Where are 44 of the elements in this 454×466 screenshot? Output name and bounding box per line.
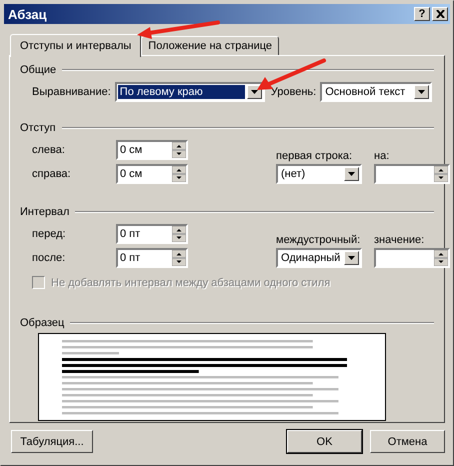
help-button[interactable]: ? [414,7,430,21]
spin-arrows-icon [434,250,448,266]
dialog-button[interactable]: Отмена [370,430,445,453]
dialog-button[interactable]: OK [287,430,362,453]
spin-arrows-icon [434,166,448,182]
dropdown[interactable]: (нет) [276,164,362,184]
dropdown-arrow-icon [250,90,258,94]
field-label: значение: [374,234,426,246]
field-label: после: [32,252,66,264]
tab[interactable]: Отступы и интервалы [10,34,142,57]
window-title: Абзац [8,6,47,22]
field-label: справа: [32,168,72,180]
spin-arrows-icon [172,142,186,158]
field-label: перед: [32,228,67,240]
field-label: первая строка: [276,150,354,162]
spin-field[interactable] [374,248,450,268]
close-icon [436,10,444,18]
alignment-dropdown[interactable]: По левому краю [114,82,265,102]
dialog-button[interactable]: Табуляция... [11,430,93,453]
tab[interactable]: Положение на странице [141,36,280,55]
spin-arrows-icon [172,250,186,266]
group-title: Общие [20,64,56,76]
spin-field[interactable]: 0 пт [116,248,188,268]
spin-field[interactable]: 0 см [116,164,188,184]
spin-arrows-icon [172,166,186,182]
dropdown[interactable]: Одинарный [276,248,362,268]
spin-arrows-icon [172,226,186,242]
alignment-label: Выравнивание: [32,86,111,98]
spin-field[interactable] [374,164,450,184]
dropdown-arrow-icon [348,172,355,176]
field-label: на: [374,150,390,162]
group-title: Образец [20,317,64,329]
field-label: междустрочный: [276,234,362,246]
level-label: Уровень: [270,86,316,98]
field-label: слева: [32,144,66,156]
spin-field[interactable]: 0 см [116,140,188,160]
dropdown-arrow-icon [348,256,355,260]
checkbox-label: Не добавлять интервал между абзацами одного стиля [51,276,330,288]
group-title: Отступ [20,122,56,134]
level-dropdown[interactable]: Основной текст [320,82,432,102]
group-title: Интервал [20,206,70,218]
spin-field[interactable]: 0 пт [116,224,188,244]
close-button[interactable] [432,7,448,21]
dropdown-arrow-icon [418,90,426,94]
